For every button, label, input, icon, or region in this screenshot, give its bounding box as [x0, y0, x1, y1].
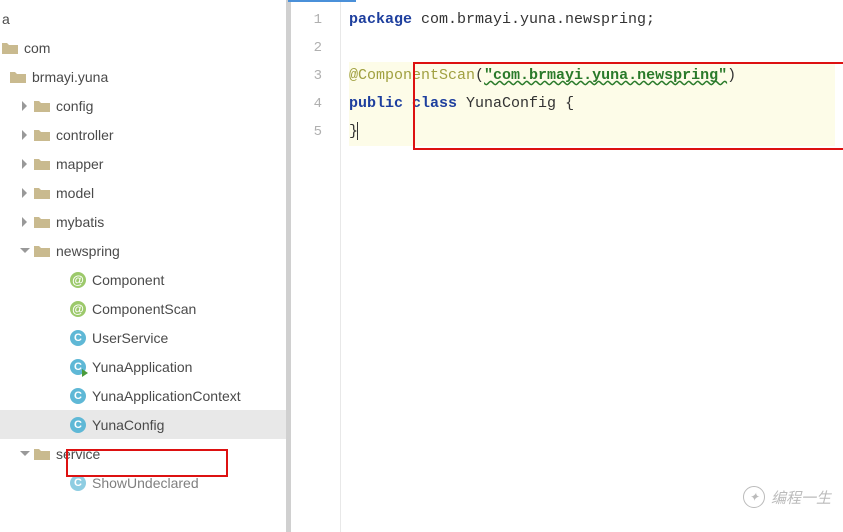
line-number: 1	[291, 6, 340, 34]
tree-node-userservice[interactable]: C UserService	[0, 323, 286, 352]
folder-icon	[10, 70, 26, 84]
code-line-5: }	[349, 118, 835, 146]
tree-label: mybatis	[56, 214, 104, 230]
folder-icon	[34, 99, 50, 113]
line-number: 2	[291, 34, 340, 62]
tree-label: brmayi.yuna	[32, 69, 108, 85]
tree-label: config	[56, 98, 93, 114]
tree-label: newspring	[56, 243, 120, 259]
class-icon: C	[70, 475, 86, 491]
watermark: ✦ 编程一生	[743, 486, 831, 508]
editor-area: 1 2 3 4 5 package com.brmayi.yuna.newspr…	[288, 0, 843, 532]
tree-label: YunaApplicationContext	[92, 388, 241, 404]
folder-icon	[34, 447, 50, 461]
tree-label: mapper	[56, 156, 103, 172]
line-number: 3	[291, 62, 340, 90]
tree-node-config[interactable]: config	[0, 91, 286, 120]
tree-node-yunaconfig[interactable]: C YunaConfig	[0, 410, 286, 439]
chevron-right-icon[interactable]	[18, 99, 32, 113]
tree-label: YunaConfig	[92, 417, 164, 433]
tree-node-mybatis[interactable]: mybatis	[0, 207, 286, 236]
chevron-right-icon[interactable]	[18, 215, 32, 229]
code-line-4: public class YunaConfig {	[349, 90, 835, 118]
tree-label: ComponentScan	[92, 301, 196, 317]
folder-icon	[34, 215, 50, 229]
watermark-text: 编程一生	[771, 487, 831, 508]
chevron-right-icon[interactable]	[18, 186, 32, 200]
tree-label: Component	[92, 272, 164, 288]
tree-node-model[interactable]: model	[0, 178, 286, 207]
tree-node-componentscan[interactable]: @ ComponentScan	[0, 294, 286, 323]
tree-node-controller[interactable]: controller	[0, 120, 286, 149]
tree-node-com[interactable]: com	[0, 33, 286, 62]
tree-node-yunaapplicationcontext[interactable]: C YunaApplicationContext	[0, 381, 286, 410]
tree-label: service	[56, 446, 100, 462]
class-icon: C	[70, 330, 86, 346]
editor-cursor	[357, 122, 358, 140]
tree-label: com	[24, 40, 50, 56]
tree-label: UserService	[92, 330, 168, 346]
code-line-3: @ComponentScan("com.brmayi.yuna.newsprin…	[349, 62, 835, 90]
tree-node-yunaapplication[interactable]: C YunaApplication	[0, 352, 286, 381]
folder-icon	[34, 128, 50, 142]
tree-node-showundeclared[interactable]: C ShowUndeclared	[0, 468, 286, 497]
chevron-right-icon[interactable]	[18, 128, 32, 142]
tree-label: model	[56, 185, 94, 201]
tree-label: YunaApplication	[92, 359, 192, 375]
tree-node-a[interactable]: a	[0, 4, 286, 33]
annotation-icon: @	[70, 301, 86, 317]
class-icon: C	[70, 388, 86, 404]
editor-gutter: 1 2 3 4 5	[291, 0, 341, 532]
annotation-icon: @	[70, 272, 86, 288]
code-line-1: package com.brmayi.yuna.newspring;	[349, 6, 835, 34]
folder-icon	[34, 186, 50, 200]
tree-label: controller	[56, 127, 114, 143]
folder-icon	[34, 244, 50, 258]
project-tree: a com brmayi.yuna config controller mapp…	[0, 0, 288, 532]
tree-node-brmayi-yuna[interactable]: brmayi.yuna	[0, 62, 286, 91]
line-number: 4	[291, 90, 340, 118]
tree-label: a	[2, 11, 10, 27]
code-line-2	[349, 34, 835, 62]
chevron-right-icon[interactable]	[18, 157, 32, 171]
chevron-down-icon[interactable]	[18, 447, 32, 461]
editor-content[interactable]: package com.brmayi.yuna.newspring; @Comp…	[341, 0, 843, 532]
tree-node-mapper[interactable]: mapper	[0, 149, 286, 178]
tree-node-service[interactable]: service	[0, 439, 286, 468]
folder-icon	[2, 41, 18, 55]
line-number: 5	[291, 118, 340, 146]
tree-node-newspring[interactable]: newspring	[0, 236, 286, 265]
wechat-icon: ✦	[743, 486, 765, 508]
class-runnable-icon: C	[70, 359, 86, 375]
active-tab-indicator	[288, 0, 356, 2]
folder-icon	[34, 157, 50, 171]
class-icon: C	[70, 417, 86, 433]
tree-node-component[interactable]: @ Component	[0, 265, 286, 294]
tree-label: ShowUndeclared	[92, 475, 199, 491]
chevron-down-icon[interactable]	[18, 244, 32, 258]
